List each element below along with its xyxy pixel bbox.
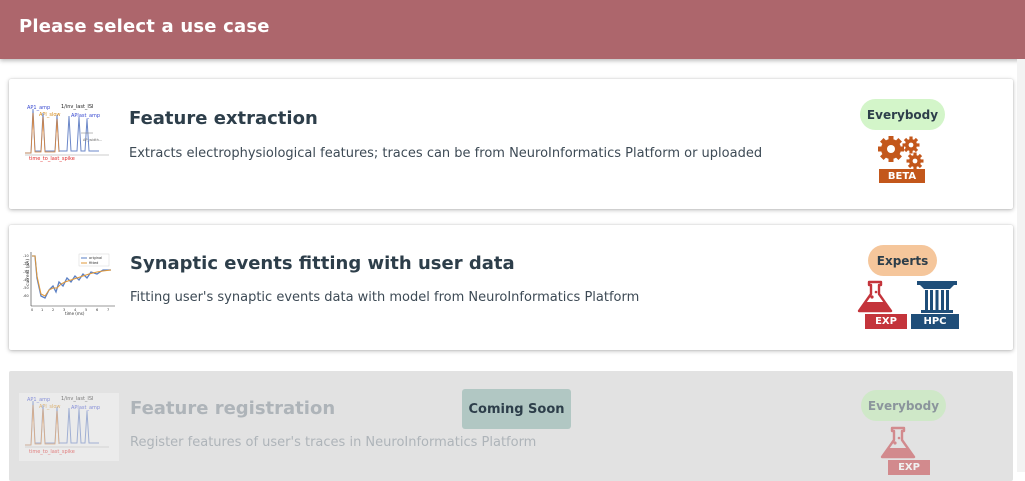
audience-badge: Everybody: [860, 99, 945, 130]
flask-icon: [857, 280, 893, 313]
audience-badge: Experts: [868, 245, 937, 276]
svg-text:-60: -60: [23, 294, 29, 298]
svg-text:APlast_amp: APlast_amp: [71, 405, 100, 411]
gears-icon: [878, 136, 924, 170]
svg-text:time_to_last_spike: time_to_last_spike: [29, 156, 75, 162]
svg-text:-40: -40: [23, 278, 29, 282]
trace-thumbnail: AP1_amp 1/inv_last_ISI APl_slow APlast_a…: [25, 104, 109, 162]
use-case-card-feature-extraction[interactable]: AP1_amp 1/inv_last_ISI APl_slow APlast_a…: [9, 79, 1013, 209]
flask-icon: [880, 426, 916, 459]
use-case-title: Feature extraction: [129, 108, 318, 129]
page-title: Please select a use case: [19, 16, 270, 37]
use-case-description: Extracts electrophysiological features; …: [129, 146, 763, 161]
svg-text:-20: -20: [23, 262, 29, 266]
audience-badge: Everybody: [861, 390, 946, 421]
use-case-card-synaptic-events[interactable]: current (pA) -10 -20 -30 -40 -50 -60 origina…: [9, 225, 1013, 350]
svg-text:1: 1: [41, 308, 43, 312]
exp-tag: EXP: [888, 460, 930, 475]
svg-text:0: 0: [31, 308, 33, 312]
svg-text:1/inv_last_ISI: 1/inv_last_ISI: [61, 104, 94, 110]
svg-text:APlast_amp: APlast_amp: [71, 113, 100, 119]
svg-text:6: 6: [96, 308, 98, 312]
svg-text:1/inv_last_ISI: 1/inv_last_ISI: [61, 396, 94, 402]
hpc-tag: HPC: [911, 314, 959, 329]
exp-tag: EXP: [865, 314, 907, 329]
svg-text:7: 7: [107, 308, 109, 312]
use-case-description: Fitting user's synaptic events data with…: [130, 290, 640, 305]
trace-thumbnail: current (pA) -10-20-30 -40-50-60 origina…: [23, 252, 115, 316]
page-header: Please select a use case: [0, 0, 1025, 59]
coming-soon-badge: Coming Soon: [462, 389, 571, 429]
svg-text:time_to_last_spike: time_to_last_spike: [29, 449, 75, 455]
use-case-card-feature-registration: AP1_amp 1/inv_last_ISI APl_slow APlast_a…: [9, 371, 1013, 481]
svg-text:-50: -50: [23, 286, 29, 290]
trace-thumbnail: AP1_amp 1/inv_last_ISI APl_slow APlast_a…: [19, 393, 119, 461]
use-case-description: Register features of user's traces in Ne…: [130, 435, 537, 450]
svg-text:original: original: [89, 256, 102, 260]
use-case-title: Synaptic events fitting with user data: [130, 253, 515, 274]
beta-tag: BETA: [879, 169, 925, 183]
column-icon: [917, 281, 957, 313]
svg-text:time (ms): time (ms): [65, 311, 85, 316]
svg-text:AP1_amp: AP1_amp: [27, 397, 50, 403]
svg-text:-30: -30: [23, 270, 29, 274]
svg-text:AP_width...: AP_width...: [83, 138, 102, 142]
svg-text:5: 5: [85, 308, 87, 312]
svg-text:2: 2: [52, 308, 54, 312]
use-case-title: Feature registration: [130, 398, 336, 419]
svg-text:fitted: fitted: [89, 261, 98, 265]
svg-text:-10: -10: [23, 254, 29, 258]
scrollbar[interactable]: [1017, 59, 1025, 472]
svg-text:AP1_amp: AP1_amp: [27, 105, 50, 111]
